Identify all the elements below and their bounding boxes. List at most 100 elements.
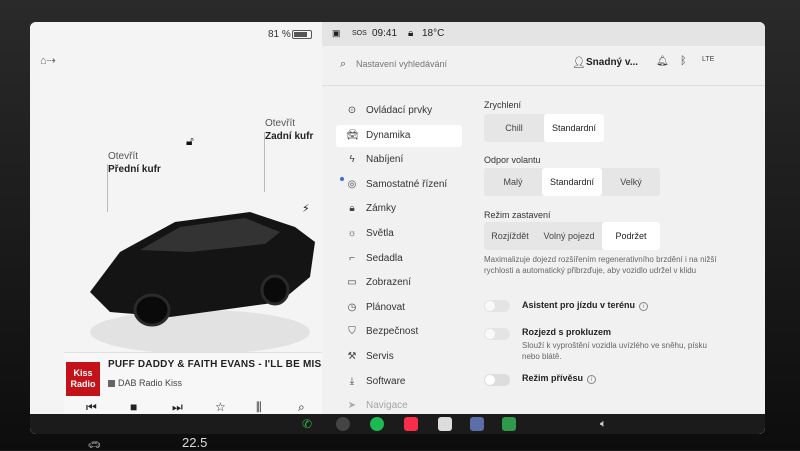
touchscreen: 81 % ⌂⇢ Otevřít Přední kufr Otevřít Zadn… [30,22,765,434]
trunk-open-button[interactable]: Otevřít Zadní kufr [265,117,313,143]
frunk-open-button[interactable]: Otevřít Přední kufr [108,150,161,176]
menu-item-3[interactable]: ϟ Nabíjení [336,149,462,171]
profile-name[interactable]: Snadný v... [586,57,638,68]
menu-item-9[interactable]: ◷ Plánovat [336,297,462,319]
acceleration-chill[interactable]: Chill [484,114,544,142]
menu-item-10[interactable]: ⛉ Bezpečnost [336,321,462,343]
app-icon[interactable] [438,417,452,431]
stopping-creep[interactable]: Rozjíždět [484,222,536,250]
menu-item-label: Plánovat [366,301,405,313]
menu-item-label: Ovládací prvky [366,105,433,116]
car-mode-icon[interactable]: ⌂⇢ [40,54,56,67]
display-icon: ▭ [347,277,357,289]
trunk-label: Zadní kufr [265,131,314,142]
menu-item-label: Sedadla [366,252,403,264]
toggle-knob [485,301,495,311]
bolt-icon: ϟ [349,154,355,166]
trailer-mode-label: Režim přívěsu i [522,373,597,384]
volume-icon[interactable]: 🔈︎ [600,417,614,431]
apps-icon[interactable] [470,417,484,431]
energy-icon[interactable] [502,417,516,431]
menu-item-11[interactable]: ⚒︎ Servis [336,346,462,368]
bell-icon[interactable]: 🔔︎ [656,56,669,67]
stopping-roll[interactable]: Volný pojezd [536,222,602,250]
phone-icon[interactable]: ✆ [300,417,314,431]
outside-temperature: 18°C [422,28,445,39]
toggle-icon: ⊙ [347,105,357,116]
toggle-knob [485,375,495,385]
acceleration-selector: Chill Standardní [484,114,604,142]
lock-icon: 🔒︎ [349,203,355,215]
trailer-mode-text: Režim přívěsu [522,373,584,383]
menu-item-8[interactable]: ▭ Zobrazení [336,272,462,294]
equalizer-icon[interactable]: ⫼ [256,400,262,415]
menu-item-label: Nabíjení [366,154,404,166]
steering-standard[interactable]: Standardní [542,168,602,196]
steering-light[interactable]: Malý [484,168,542,196]
trailer-mode-toggle[interactable] [484,374,510,386]
new-feature-dot [340,176,344,181]
off-road-assist-toggle[interactable] [484,300,510,312]
battery-icon [292,30,312,39]
light-icon: ☼ [347,228,357,239]
battery-percent: 81 % [268,29,291,40]
menu-item-1[interactable]: ⊙ Ovládací prvky [336,100,462,122]
steering-label: Odpor volantu [484,155,541,165]
music-icon[interactable] [404,417,418,431]
menu-item-label: Světla [366,228,394,239]
navigation-icon: ➤ [347,400,357,412]
cabin-temperature[interactable]: 22.5 [182,435,207,450]
lte-icon: LTE [702,56,715,63]
bluetooth-icon[interactable]: ᛒ [680,55,687,67]
seat-icon: ⌐ [349,252,355,264]
acceleration-standard[interactable]: Standardní [544,114,604,142]
info-icon[interactable]: i [587,375,597,384]
map-icon[interactable]: ▣ [332,28,341,39]
spotify-icon[interactable] [370,417,384,431]
stop-icon[interactable]: ■ [130,400,137,414]
steering-wheel-icon: ◎ [347,178,357,190]
off-road-assist-label: Asistent pro jízdu v terénu i [522,300,649,311]
menu-item-label: Samostatné řízení [366,178,448,190]
settings-pane: ▣ SOS 09:41 🔒︎ 18°C ⌕ 👤︎ Snadný v... 🔔︎ … [322,22,765,434]
menu-item-2[interactable]: 🚘︎ Dynamika [336,124,462,147]
frunk-action: Otevřít [108,151,139,162]
menu-item-label: Navigace [366,400,408,412]
station-label: DAB Radio Kiss [118,378,183,388]
camera-app-icon[interactable] [336,417,350,431]
wrench-icon: ⚒︎ [347,351,357,362]
steering-selector: Malý Standardní Velký [484,168,660,196]
media-search-icon[interactable]: ⌕ [298,400,305,415]
menu-item-7[interactable]: ⌐ Sedadla [336,248,462,270]
album-art-text: Kiss Radio [70,368,96,389]
slip-start-toggle[interactable] [484,328,510,340]
favorite-icon[interactable]: ☆ [215,400,226,414]
menu-item-4[interactable]: ◎ Samostatné řízení [336,174,462,196]
shield-icon: ⛉ [348,326,356,338]
lock-status-icon: 🔒︎ [408,28,414,39]
rear-wheel [260,274,290,306]
settings-search-input[interactable] [356,57,546,71]
car-controls-icon[interactable]: 🚗︎ [88,440,101,451]
menu-item-label: Servis [366,351,394,362]
download-icon: ⤓ [349,375,355,387]
info-icon[interactable]: i [639,302,649,311]
steering-heavy[interactable]: Velký [602,168,660,196]
menu-item-12[interactable]: ⤓ Software [336,371,462,393]
radio-icon [108,380,115,387]
menu-item-label: Zámky [366,203,396,215]
unlock-icon[interactable]: 🔓︎ [186,134,194,149]
stopping-hold[interactable]: Podržet [602,222,660,250]
album-art[interactable]: Kiss Radio [66,362,100,396]
front-wheel [133,293,171,327]
next-icon[interactable]: ⏭︎ [172,400,183,415]
user-icon[interactable]: 👤︎ [572,56,586,69]
menu-item-6[interactable]: ☼ Světla [336,223,462,245]
menu-item-5[interactable]: 🔒︎ Zámky [336,198,462,220]
stopping-mode-label: Režim zastavení [484,210,551,220]
clock-icon: ◷ [347,301,357,313]
stopping-mode-selector: Rozjíždět Volný pojezd Podržet [484,222,660,250]
track-title: PUFF DADDY & FAITH EVANS - I'LL BE MISSI… [108,359,347,370]
prev-icon[interactable]: ⏮︎ [86,400,97,415]
car-icon: 🚘︎ [346,129,359,141]
